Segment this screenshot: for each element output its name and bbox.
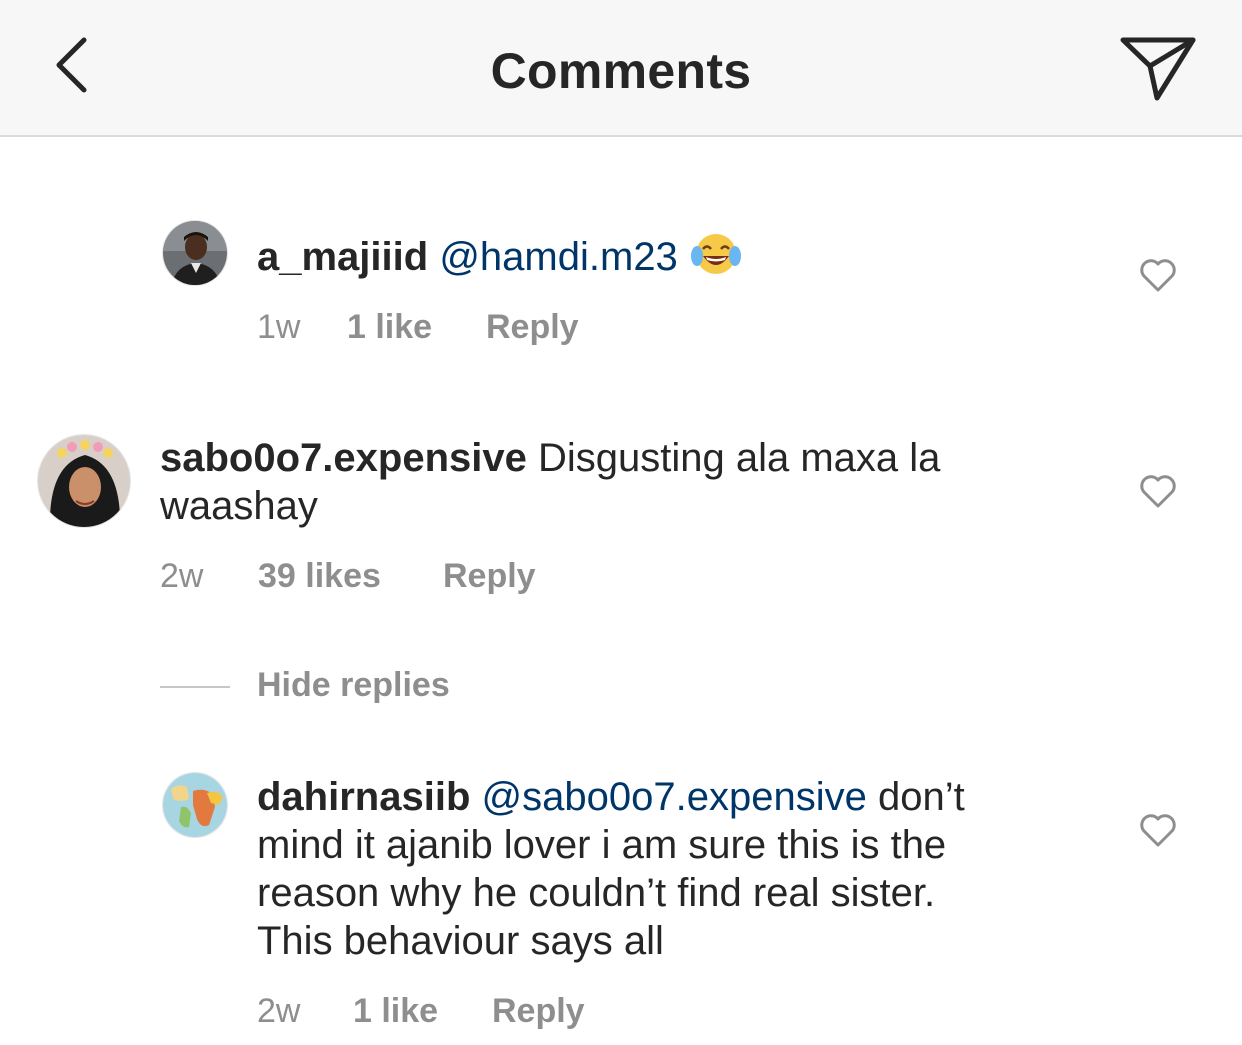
comment-likes[interactable]: 1 like [353, 992, 438, 1031]
paper-plane-icon [1120, 37, 1196, 101]
comment-meta: 2w 39 likes Reply [160, 557, 610, 597]
comment-line: dahirnasiib @sabo0o7.expensive don’t [257, 773, 1127, 821]
avatar-image [163, 773, 227, 837]
heart-icon[interactable] [1138, 810, 1178, 850]
comment-likes[interactable]: 39 likes [258, 557, 381, 596]
divider [160, 686, 230, 688]
reply-button[interactable]: Reply [443, 557, 536, 596]
comment-body: Disgusting ala maxa la [537, 436, 941, 480]
comment-body-line2: mind it ajanib lover i am sure this is t… [257, 823, 947, 867]
comment-username[interactable]: dahirnasiib [257, 775, 470, 819]
avatar[interactable] [162, 220, 228, 286]
reply-button[interactable]: Reply [486, 308, 579, 347]
comment-line: sabo0o7.expensive Disgusting ala maxa la [160, 434, 1110, 482]
avatar[interactable] [162, 772, 228, 838]
page-title: Comments [490, 43, 752, 99]
comment-meta: 1w 1 like Reply [257, 308, 657, 348]
avatar[interactable] [37, 434, 131, 528]
comment-body: don’t [877, 775, 965, 819]
comment-username[interactable]: a_majiiid [257, 235, 428, 279]
comment-likes[interactable]: 1 like [347, 308, 432, 347]
comment-mention[interactable]: @sabo0o7.expensive [482, 775, 867, 819]
comment-body-line4: This behaviour says all [257, 919, 664, 963]
comment-text: sabo0o7.expensive Disgusting ala maxa la… [160, 434, 1110, 530]
comment-body-line3: reason why he couldn’t find real sister. [257, 871, 936, 915]
heart-icon[interactable] [1138, 255, 1178, 295]
comment-time: 2w [257, 992, 301, 1030]
reply-button[interactable]: Reply [492, 992, 585, 1031]
comment-mention[interactable]: @hamdi.m23 [439, 235, 677, 279]
laughing-emoji-icon [690, 234, 741, 274]
comment-text: a_majiiid @hamdi.m23 [257, 230, 1107, 281]
comment-username[interactable]: sabo0o7.expensive [160, 436, 527, 480]
comment-meta: 2w 1 like Reply [257, 992, 657, 1032]
hide-replies-button[interactable]: Hide replies [257, 666, 450, 705]
header-bar: Comments [0, 0, 1242, 137]
comment-body-line2: waashay [160, 484, 318, 528]
comment-text: dahirnasiib @sabo0o7.expensive don’t min… [257, 773, 1127, 965]
comment-time: 1w [257, 308, 301, 346]
avatar-image [38, 435, 130, 527]
avatar-image [163, 221, 227, 285]
share-button[interactable] [1115, 30, 1200, 105]
heart-icon[interactable] [1138, 471, 1178, 511]
comment-time: 2w [160, 557, 204, 595]
